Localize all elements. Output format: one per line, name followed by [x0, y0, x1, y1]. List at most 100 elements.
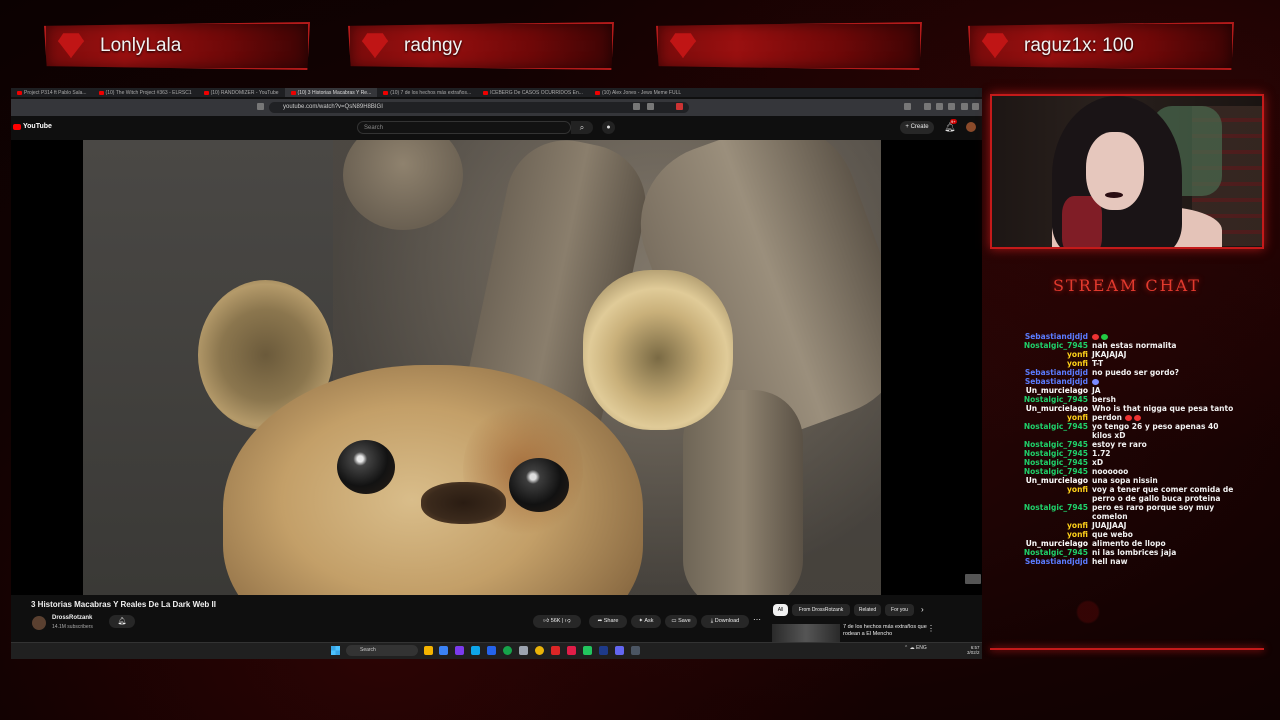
chip-all[interactable]: All — [773, 604, 788, 616]
chat-username[interactable]: Sebastiandjdjd — [1010, 332, 1092, 341]
translate-icon[interactable] — [633, 103, 640, 110]
app-icon[interactable] — [455, 646, 464, 655]
chat-username[interactable]: yonfi — [1010, 530, 1092, 539]
chrome-icon[interactable] — [535, 646, 544, 655]
chip-from-channel[interactable]: From DrossRotzank — [792, 604, 850, 616]
chat-username[interactable]: Nostalgic_7945 — [1010, 395, 1092, 404]
chat-username[interactable]: Nostalgic_7945 — [1010, 422, 1092, 440]
youtube-logo[interactable]: YouTube — [13, 123, 52, 130]
browser-tab-active[interactable]: (10) 3 Historias Macabras Y Re... — [284, 88, 378, 97]
search-button[interactable]: ⌕ — [571, 121, 593, 134]
chat-username[interactable]: Un_murcielago — [1010, 476, 1092, 485]
app-icon[interactable] — [471, 646, 480, 655]
chat-text: perdon — [1092, 413, 1240, 422]
plate-name: radngy — [404, 35, 463, 56]
chat-username[interactable]: yonfi — [1010, 350, 1092, 359]
channel-avatar[interactable] — [32, 616, 46, 630]
app-icon[interactable] — [439, 646, 448, 655]
extension-icon[interactable] — [924, 103, 931, 110]
mic-icon: ● — [606, 124, 611, 131]
download-label: Download — [714, 618, 740, 624]
chat-username[interactable]: yonfi — [1010, 521, 1092, 530]
settings-icon[interactable] — [972, 103, 979, 110]
menu-icon[interactable] — [904, 103, 911, 110]
chip-related[interactable]: Related — [854, 604, 881, 616]
chat-username[interactable]: Un_murcielago — [1010, 539, 1092, 548]
subscribed-bell-button[interactable]: 🔔︎ — [109, 615, 135, 628]
chat-username[interactable]: Un_murcielago — [1010, 404, 1092, 413]
app-icon[interactable] — [599, 646, 608, 655]
chat-message: Nostalgic_7945 estoy re raro — [1010, 440, 1240, 449]
chat-username[interactable]: Nostalgic_7945 — [1010, 449, 1092, 458]
video-player[interactable] — [83, 140, 881, 595]
chat-message: Nostalgic_7945 ni las lombrices jaja — [1010, 548, 1240, 557]
voice-search-button[interactable]: ● — [602, 121, 615, 134]
sparkle-icon: ✦ — [638, 618, 644, 624]
chat-username[interactable]: Nostalgic_7945 — [1010, 467, 1092, 476]
chat-text: estoy re raro — [1092, 440, 1240, 449]
channel-name[interactable]: DrossRotzank — [52, 615, 92, 621]
extension-icon[interactable] — [676, 103, 683, 110]
browser-tab[interactable]: (10) 7 de los hechos más extraños... — [377, 88, 477, 97]
recommended-thumbnail[interactable] — [772, 624, 840, 644]
url-field[interactable]: youtube.com/watch?v=QsN89H8BIGI — [269, 102, 689, 113]
chat-text: 1.72 — [1092, 449, 1240, 458]
app-icon[interactable] — [487, 646, 496, 655]
more-options-icon[interactable]: ⋮ — [927, 624, 935, 633]
app-icon[interactable] — [567, 646, 576, 655]
extension-icon[interactable] — [948, 103, 955, 110]
create-button[interactable]: + Create — [900, 121, 934, 134]
app-icon[interactable] — [551, 646, 560, 655]
bookmark-icon[interactable] — [257, 103, 264, 110]
teddy-nose — [421, 482, 506, 524]
recommended-title[interactable]: 7 de los hechos más extraños que rodean … — [843, 624, 928, 638]
more-options-icon[interactable]: ⋯ — [753, 615, 761, 624]
chat-username[interactable]: Sebastiandjdjd — [1010, 377, 1092, 386]
taskbar-search[interactable]: Search — [346, 645, 418, 656]
chip-for-you[interactable]: For you — [885, 604, 914, 616]
discord-icon[interactable] — [615, 646, 624, 655]
chat-username[interactable]: Sebastiandjdjd — [1010, 368, 1092, 377]
chat-username[interactable]: Un_murcielago — [1010, 386, 1092, 395]
taskbar-clock[interactable]: 6:57 3/02/2 — [967, 645, 980, 655]
profile-icon[interactable] — [961, 103, 968, 110]
thumbs-down-icon: 👎︎ — [564, 618, 571, 624]
tab-label: (10) RANDOMIZER - YouTube — [210, 89, 279, 96]
chat-text: alimento de llopo — [1092, 539, 1240, 548]
browser-tab[interactable]: (10) The Witch Project #363 - ELRSC1 — [93, 88, 198, 97]
taskbar-language[interactable]: ⌃ ☁ ENG — [904, 645, 927, 651]
chat-username[interactable]: Sebastiandjdjd — [1010, 557, 1092, 566]
app-icon[interactable] — [519, 646, 528, 655]
chat-username[interactable]: yonfi — [1010, 413, 1092, 422]
ask-button[interactable]: ✦ Ask — [631, 615, 661, 628]
app-icon[interactable] — [631, 646, 640, 655]
share-icon: ➦ — [597, 618, 603, 624]
chat-username[interactable]: yonfi — [1010, 485, 1092, 503]
share-button[interactable]: ➦ Share — [589, 615, 627, 628]
chat-username[interactable]: Nostalgic_7945 — [1010, 548, 1092, 557]
chat-text-content: xD — [1092, 458, 1104, 467]
chevron-right-icon[interactable]: › — [921, 605, 924, 614]
chat-username[interactable]: Nostalgic_7945 — [1010, 458, 1092, 467]
avatar[interactable] — [966, 122, 976, 132]
download-button[interactable]: ⤓ Download — [701, 615, 749, 628]
windows-start-icon[interactable] — [331, 646, 340, 655]
browser-tab[interactable]: Project P314 ft Pablo Sala... — [11, 88, 93, 97]
chat-username[interactable]: Nostalgic_7945 — [1010, 503, 1092, 521]
browser-tab[interactable]: (10) Alex Jones - Jews Meme FULL — [589, 88, 687, 97]
search-input[interactable]: Search — [357, 121, 571, 134]
chat-message: Un_murcielago JA — [1010, 386, 1240, 395]
chat-username[interactable]: Nostalgic_7945 — [1010, 440, 1092, 449]
spotify-icon[interactable] — [503, 646, 512, 655]
extension-icon[interactable] — [936, 103, 943, 110]
extension-icon[interactable] — [647, 103, 654, 110]
chat-username[interactable]: yonfi — [1010, 359, 1092, 368]
app-icon[interactable] — [583, 646, 592, 655]
browser-tab[interactable]: ICEBERG De CASOS OCURRIDOS En... — [477, 88, 589, 97]
chat-username[interactable]: Nostalgic_7945 — [1010, 341, 1092, 350]
browser-tab[interactable]: (10) RANDOMIZER - YouTube — [198, 88, 285, 97]
like-button[interactable]: 👍︎ 56K | 👎︎ — [533, 615, 581, 628]
save-button[interactable]: ▭ Save — [665, 615, 697, 628]
emote-icon — [1133, 415, 1141, 421]
file-explorer-icon[interactable] — [424, 646, 433, 655]
